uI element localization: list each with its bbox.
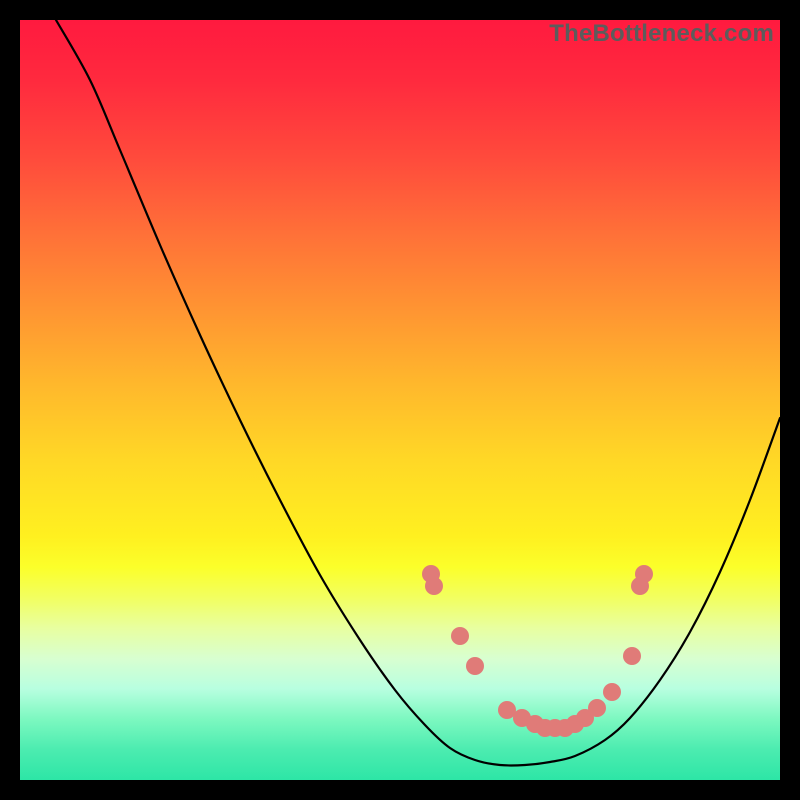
chart-svg	[20, 20, 780, 780]
data-marker	[623, 647, 641, 665]
chart-frame: TheBottleneck.com	[20, 20, 780, 780]
data-marker	[635, 565, 653, 583]
marker-group	[422, 565, 653, 737]
data-marker	[588, 699, 606, 717]
data-marker	[425, 577, 443, 595]
data-marker	[451, 627, 469, 645]
bottleneck-curve	[56, 20, 780, 765]
data-marker	[603, 683, 621, 701]
data-marker	[466, 657, 484, 675]
